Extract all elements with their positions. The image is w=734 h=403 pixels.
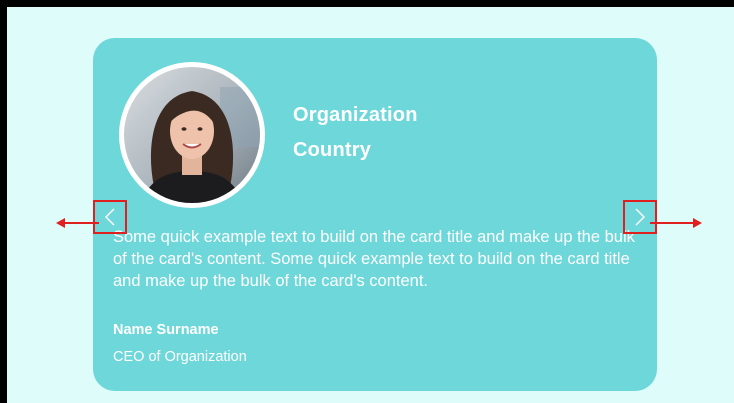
country-subtitle: Country: [293, 139, 372, 161]
carousel-next-button[interactable]: [623, 200, 657, 234]
testimonial-card: Organization Country Some quick example …: [93, 38, 657, 391]
person-name: Name Surname: [113, 322, 219, 338]
annotation-arrow-right-line: [650, 222, 694, 224]
carousel-prev-button[interactable]: [93, 200, 127, 234]
chevron-right-icon: [635, 208, 646, 226]
avatar: [119, 62, 265, 208]
avatar-photo: [124, 67, 260, 203]
annotation-arrowhead-left: [56, 218, 65, 228]
person-role: CEO of Organization: [113, 349, 247, 365]
chevron-left-icon: [104, 208, 115, 226]
organization-title: Organization: [293, 104, 418, 126]
page-frame: Organization Country Some quick example …: [7, 7, 734, 403]
card-text: Some quick example text to build on the …: [113, 228, 635, 290]
annotation-arrowhead-right: [693, 218, 702, 228]
annotation-arrow-left-line: [63, 222, 99, 224]
